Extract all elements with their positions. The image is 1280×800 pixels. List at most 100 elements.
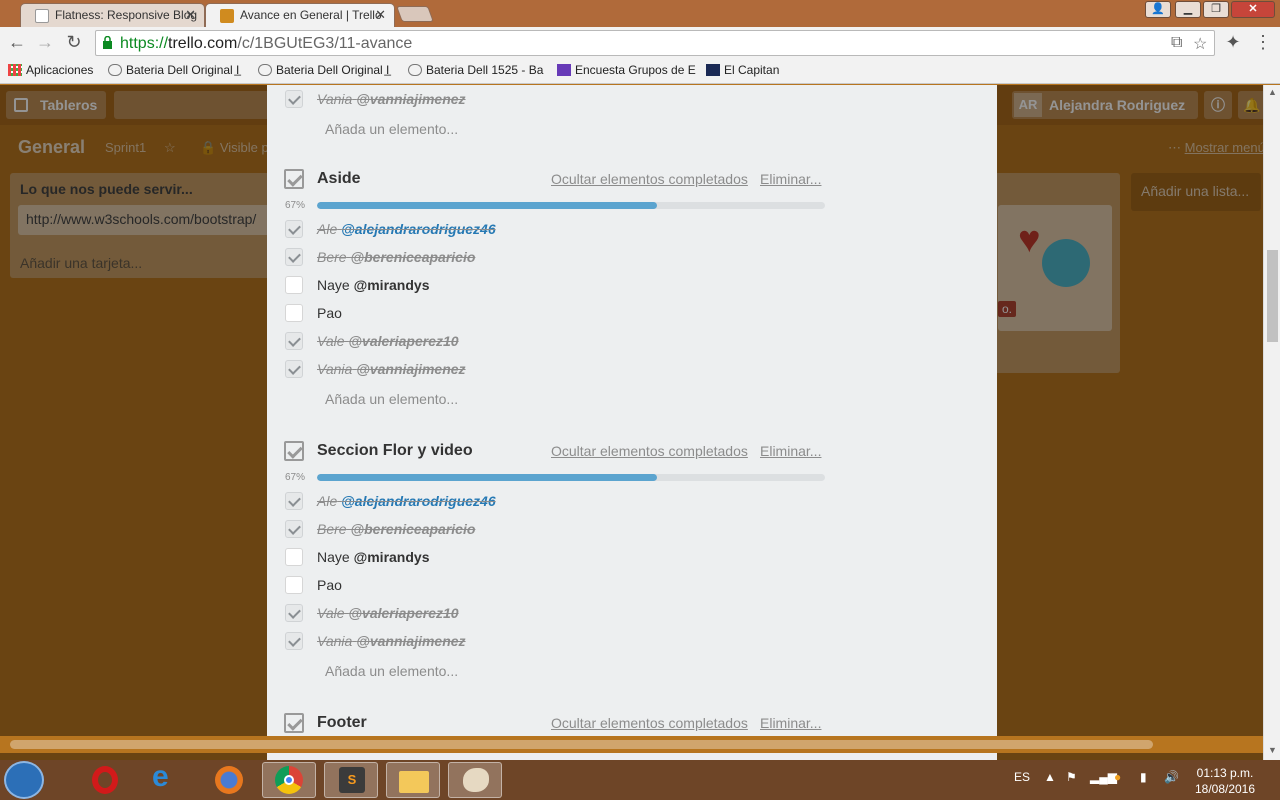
bookmarks-bar: Aplicaciones Bateria Dell Original I̲ Ba… [0, 59, 1280, 84]
card-detail-modal: Vania @vanniajimenez Añada un elemento..… [267, 85, 997, 760]
back-icon[interactable]: ← [6, 32, 28, 54]
bookmark-item[interactable]: Bateria Dell 1525 - Ba [408, 63, 543, 77]
star-icon[interactable]: ☆ [1193, 34, 1207, 54]
address-bar[interactable]: https://trello.com/c/1BGUtEG3/11-avance … [95, 30, 1215, 56]
item-text[interactable]: Naye @mirandys [317, 277, 429, 293]
checklist-title[interactable]: Footer [317, 714, 367, 732]
item-text[interactable]: Bere @bereniceaparicio [317, 521, 475, 537]
browser-tabstrip: Flatness: Responsive Blog ✕ Avance en Ge… [0, 0, 1280, 27]
progress-percent: 67% [285, 472, 306, 483]
item-checkbox[interactable] [285, 276, 303, 294]
item-checkbox[interactable] [285, 576, 303, 594]
windows-start-icon[interactable] [4, 761, 44, 799]
checklist-item: Ale @alejandrarodriguez46 [283, 220, 843, 240]
reload-icon[interactable]: ↻ [63, 32, 85, 54]
checklist-item: Naye @mirandys [283, 276, 843, 296]
language-indicator[interactable]: ES [1014, 770, 1030, 784]
minimize-button[interactable]: ▁ [1175, 1, 1201, 18]
delete-checklist-link[interactable]: Eliminar... [760, 715, 821, 731]
url-text: https://trello.com/c/1BGUtEG3/11-avance [120, 35, 413, 52]
chrome-icon[interactable] [262, 762, 316, 798]
checklist-icon [284, 441, 304, 461]
checklist-item: Vale @valeriaperez10 [283, 604, 843, 624]
bookmark-item[interactable]: Encuesta Grupos de E [557, 63, 696, 77]
horizontal-scrollbar[interactable] [0, 736, 1264, 753]
checklist-item: Vania @vanniajimenez [283, 360, 843, 380]
hide-completed-link[interactable]: Ocultar elementos completados [551, 715, 748, 731]
network-icon[interactable]: ▂▄▆ [1090, 770, 1117, 784]
app-tray-icon[interactable]: ● [1114, 770, 1121, 784]
device-icon[interactable]: ▮ [1140, 770, 1147, 784]
hide-completed-link[interactable]: Ocultar elementos completados [551, 443, 748, 459]
item-text[interactable]: Vale @valeriaperez10 [317, 605, 459, 621]
bookmark-item[interactable]: Bateria Dell Original I̲ [258, 63, 389, 77]
item-text[interactable]: Pao [317, 305, 342, 321]
scroll-up-icon[interactable]: ▲ [1268, 87, 1277, 97]
system-clock[interactable]: 01:13 p.m. 18/08/2016 [1190, 765, 1260, 797]
add-item-link[interactable]: Añada un elemento... [325, 391, 458, 407]
hide-completed-link[interactable]: Ocultar elementos completados [551, 171, 748, 187]
translate-icon[interactable]: ⧉ [1171, 34, 1182, 52]
item-text[interactable]: Vania @vanniajimenez [317, 91, 466, 107]
volume-icon[interactable]: 🔊 [1164, 770, 1179, 784]
scroll-down-icon[interactable]: ▼ [1268, 745, 1277, 755]
item-checkbox[interactable] [285, 220, 303, 238]
close-tab-icon[interactable]: ✕ [375, 7, 386, 23]
maximize-button[interactable]: ❐ [1203, 1, 1229, 18]
delete-checklist-link[interactable]: Eliminar... [760, 171, 821, 187]
bookmark-item[interactable]: El Capitan [706, 63, 779, 77]
item-checkbox[interactable] [285, 360, 303, 378]
checklist-title[interactable]: Aside [317, 170, 361, 188]
item-checkbox[interactable] [285, 548, 303, 566]
internet-explorer-icon[interactable]: e [140, 760, 194, 798]
item-text[interactable]: Naye @mirandys [317, 549, 429, 565]
item-checkbox[interactable] [285, 604, 303, 622]
tab-trello[interactable]: Avance en General | Trello ✕ [205, 3, 395, 27]
item-checkbox[interactable] [285, 492, 303, 510]
new-tab-button[interactable] [396, 6, 434, 22]
close-window-button[interactable]: ✕ [1231, 1, 1275, 18]
item-checkbox[interactable] [285, 520, 303, 538]
add-item-link[interactable]: Añada un elemento... [325, 663, 458, 679]
delete-checklist-link[interactable]: Eliminar... [760, 443, 821, 459]
file-explorer-icon[interactable] [386, 762, 440, 798]
item-text[interactable]: Ale @alejandrarodriguez46 [317, 493, 496, 509]
item-text[interactable]: Vania @vanniajimenez [317, 633, 466, 649]
extension-icon[interactable]: ✦ [1222, 32, 1244, 54]
bookmark-favicon [408, 64, 422, 76]
item-checkbox[interactable] [285, 632, 303, 650]
show-hidden-icons[interactable]: ▲ [1044, 770, 1056, 784]
paint-icon[interactable] [448, 762, 502, 798]
item-checkbox[interactable] [285, 304, 303, 322]
checklist-icon [284, 713, 304, 733]
item-checkbox[interactable] [285, 332, 303, 350]
item-checkbox[interactable] [285, 248, 303, 266]
scroll-thumb[interactable] [1267, 250, 1278, 342]
item-text[interactable]: Pao [317, 577, 342, 593]
firefox-icon[interactable] [202, 762, 256, 798]
bookmark-item[interactable]: Bateria Dell Original I̲ [108, 63, 239, 77]
checklist-item: Vale @valeriaperez10 [283, 332, 843, 352]
scroll-thumb[interactable] [10, 740, 1153, 749]
taskbar: e S ES ▲ ⚑ ▂▄▆ ● ▮ 🔊 01:13 p.m. 18/08/20… [0, 760, 1280, 800]
item-checkbox[interactable] [285, 90, 303, 108]
tab-flatness[interactable]: Flatness: Responsive Blog ✕ [20, 3, 205, 27]
item-text[interactable]: Bere @bereniceaparicio [317, 249, 475, 265]
item-text[interactable]: Ale @alejandrarodriguez46 [317, 221, 496, 237]
item-text[interactable]: Vale @valeriaperez10 [317, 333, 459, 349]
action-center-icon[interactable]: ⚑ [1066, 770, 1077, 784]
sublime-text-icon[interactable]: S [324, 762, 378, 798]
opera-icon[interactable] [78, 762, 132, 798]
menu-icon[interactable]: ⋮ [1252, 32, 1274, 54]
vertical-scrollbar[interactable]: ▲ ▼ [1263, 85, 1280, 760]
browser-toolbar: ← → ↻ https://trello.com/c/1BGUtEG3/11-a… [0, 27, 1280, 59]
checklist-title[interactable]: Seccion Flor y video [317, 442, 473, 460]
close-tab-icon[interactable]: ✕ [185, 7, 196, 23]
item-text[interactable]: Vania @vanniajimenez [317, 361, 466, 377]
user-icon[interactable]: 👤 [1145, 1, 1171, 18]
progress-fill [317, 474, 658, 481]
apps-grid-icon [8, 64, 22, 76]
bookmark-apps[interactable]: Aplicaciones [8, 63, 93, 77]
forward-icon[interactable]: → [34, 32, 56, 54]
add-item-link[interactable]: Añada un elemento... [325, 121, 458, 137]
